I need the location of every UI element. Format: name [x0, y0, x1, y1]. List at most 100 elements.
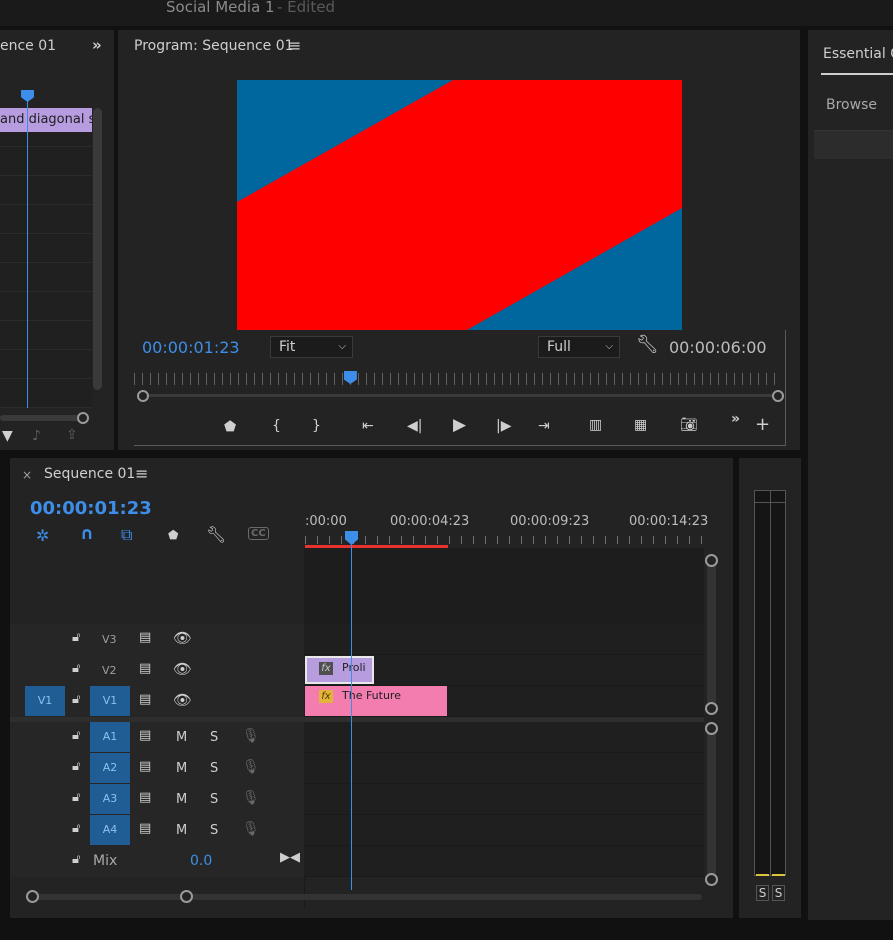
solo-button[interactable]: S — [210, 761, 218, 776]
vscroll-handle[interactable] — [705, 873, 718, 886]
panel-menu-icon[interactable]: ≡ — [135, 464, 148, 483]
linked-selection-icon[interactable]: ⧉ — [121, 525, 132, 545]
source-playhead-handle[interactable] — [21, 90, 34, 102]
sync-lock-icon[interactable]: ▤ — [139, 661, 151, 676]
program-title[interactable]: Program: Sequence 01 — [134, 38, 294, 54]
source-playhead-line[interactable] — [27, 98, 28, 408]
track-target-a3[interactable]: A3 — [90, 784, 130, 814]
timeline-current-time[interactable]: 00:00:01:23 — [30, 498, 152, 519]
solo-button[interactable]: S — [210, 792, 218, 807]
play-icon[interactable]: ▶ — [453, 417, 466, 434]
timeline-playhead-line[interactable] — [351, 543, 352, 890]
lock-icon[interactable]: 🔓︎ — [72, 790, 80, 805]
captions-icon[interactable]: CC — [248, 527, 269, 540]
hscroll-handle-start[interactable] — [26, 890, 39, 903]
program-scrub-end[interactable] — [772, 390, 784, 402]
lock-icon[interactable]: 🔓︎ — [72, 852, 80, 867]
vscroll-handle[interactable] — [705, 722, 718, 735]
solo-button[interactable]: S — [210, 823, 218, 838]
microphone-icon[interactable]: 🎙︎ — [242, 759, 260, 775]
audio-vscroll[interactable] — [707, 730, 716, 878]
video-vscroll[interactable] — [707, 561, 716, 707]
mix-value[interactable]: 0.0 — [190, 853, 212, 869]
more-controls-icon[interactable]: » — [731, 411, 740, 427]
program-time-ruler[interactable] — [134, 373, 780, 385]
track-name[interactable]: V2 — [102, 664, 117, 677]
lock-icon[interactable]: 🔓︎ — [72, 759, 80, 774]
solo-right-button[interactable]: S — [772, 885, 785, 901]
lock-icon[interactable]: 🔓︎ — [72, 821, 80, 836]
vscroll-handle[interactable] — [705, 702, 718, 715]
lock-icon[interactable]: 🔓︎ — [72, 728, 80, 743]
solo-left-button[interactable]: S — [756, 885, 769, 901]
extract-icon[interactable]: ▦ — [634, 417, 647, 433]
track-target-a2[interactable]: A2 — [90, 753, 130, 783]
step-forward-icon[interactable]: |▶ — [496, 418, 511, 434]
add-marker-icon[interactable]: ⬟ — [224, 419, 236, 435]
program-current-time[interactable]: 00:00:01:23 — [142, 338, 240, 357]
step-back-icon[interactable]: ◀| — [407, 418, 422, 434]
mix-go-to-icon[interactable]: ▶◀ — [280, 850, 300, 865]
panel-menu-icon[interactable]: ≡ — [288, 36, 301, 55]
snap-icon[interactable]: ✲ — [36, 526, 49, 545]
program-scrub-start[interactable] — [137, 390, 149, 402]
track-target-v1[interactable]: V1 — [90, 686, 130, 716]
track-name[interactable]: V3 — [102, 633, 117, 646]
source-hscroll-handle[interactable] — [77, 412, 89, 424]
audio-icon[interactable]: ♪ — [32, 428, 41, 444]
add-button-icon[interactable]: + — [755, 416, 770, 434]
eye-icon[interactable]: 👁︎ — [173, 660, 192, 678]
source-tab[interactable]: ence 01 — [0, 38, 56, 54]
timeline-ruler[interactable]: :00:00 00:00:04:23 00:00:09:23 00:00:14:… — [305, 510, 708, 548]
source-clip[interactable]: and diagonal sp — [0, 108, 92, 132]
go-to-out-icon[interactable]: ⇥ — [538, 418, 550, 434]
browse-tab[interactable]: Browse — [826, 97, 877, 113]
magnet-icon[interactable]: ∩ — [80, 524, 94, 544]
mute-button[interactable]: M — [176, 823, 187, 838]
close-tab-icon[interactable]: × — [22, 468, 32, 482]
clip-proli[interactable]: fx Proli — [305, 656, 374, 684]
hscroll-handle-end[interactable] — [180, 890, 193, 903]
sync-lock-icon[interactable]: ▤ — [139, 790, 151, 805]
mute-button[interactable]: M — [176, 761, 187, 776]
lock-icon[interactable]: 🔓︎ — [72, 692, 80, 707]
timeline-tab[interactable]: Sequence 01 — [44, 466, 135, 482]
lift-icon[interactable]: ▥ — [589, 417, 602, 433]
track-target-a4[interactable]: A4 — [90, 815, 130, 845]
solo-button[interactable]: S — [210, 730, 218, 745]
track-target-a1[interactable]: A1 — [90, 722, 130, 752]
mark-out-icon[interactable]: } — [312, 418, 321, 434]
eye-icon[interactable]: 👁︎ — [173, 629, 192, 647]
essential-graphics-tab[interactable]: Essential Gr — [823, 46, 893, 62]
mute-button[interactable]: M — [176, 730, 187, 745]
zoom-select[interactable]: Fit ⌵ — [270, 336, 353, 358]
sync-lock-icon[interactable]: ▤ — [139, 728, 151, 743]
panel-overflow-icon[interactable]: » — [92, 36, 102, 54]
eye-icon[interactable]: 👁︎ — [173, 691, 192, 709]
filter-icon[interactable]: ▼ — [2, 428, 13, 444]
go-to-in-icon[interactable]: ⇤ — [362, 418, 374, 434]
sync-lock-icon[interactable]: ▤ — [139, 759, 151, 774]
timeline-hscroll[interactable] — [32, 894, 702, 900]
quality-select[interactable]: Full ⌵ — [538, 336, 620, 358]
microphone-icon[interactable]: 🎙︎ — [242, 821, 260, 837]
mark-in-icon[interactable]: { — [272, 418, 281, 434]
mute-button[interactable]: M — [176, 792, 187, 807]
wrench-icon[interactable]: 🔧︎ — [206, 525, 226, 544]
source-hscrollbar[interactable] — [0, 415, 88, 421]
microphone-icon[interactable]: 🎙︎ — [242, 728, 260, 744]
camera-icon[interactable]: 📷︎ — [680, 417, 698, 433]
microphone-icon[interactable]: 🎙︎ — [242, 790, 260, 806]
program-scrub-bar[interactable] — [140, 394, 776, 397]
lock-icon[interactable]: 🔓︎ — [72, 630, 80, 645]
sync-lock-icon[interactable]: ▤ — [139, 821, 151, 836]
sync-lock-icon[interactable]: ▤ — [139, 630, 151, 645]
add-marker-icon[interactable]: ⬟ — [168, 528, 178, 542]
lock-icon[interactable]: 🔓︎ — [72, 661, 80, 676]
export-icon[interactable]: ⇪ — [66, 427, 78, 443]
wrench-icon[interactable]: 🔧︎ — [636, 334, 659, 355]
source-vscrollbar[interactable] — [93, 108, 102, 390]
sync-lock-icon[interactable]: ▤ — [139, 692, 151, 707]
clip-the-future[interactable]: fx The Future — [305, 686, 447, 716]
source-patch-v1[interactable]: V1 — [25, 686, 65, 716]
